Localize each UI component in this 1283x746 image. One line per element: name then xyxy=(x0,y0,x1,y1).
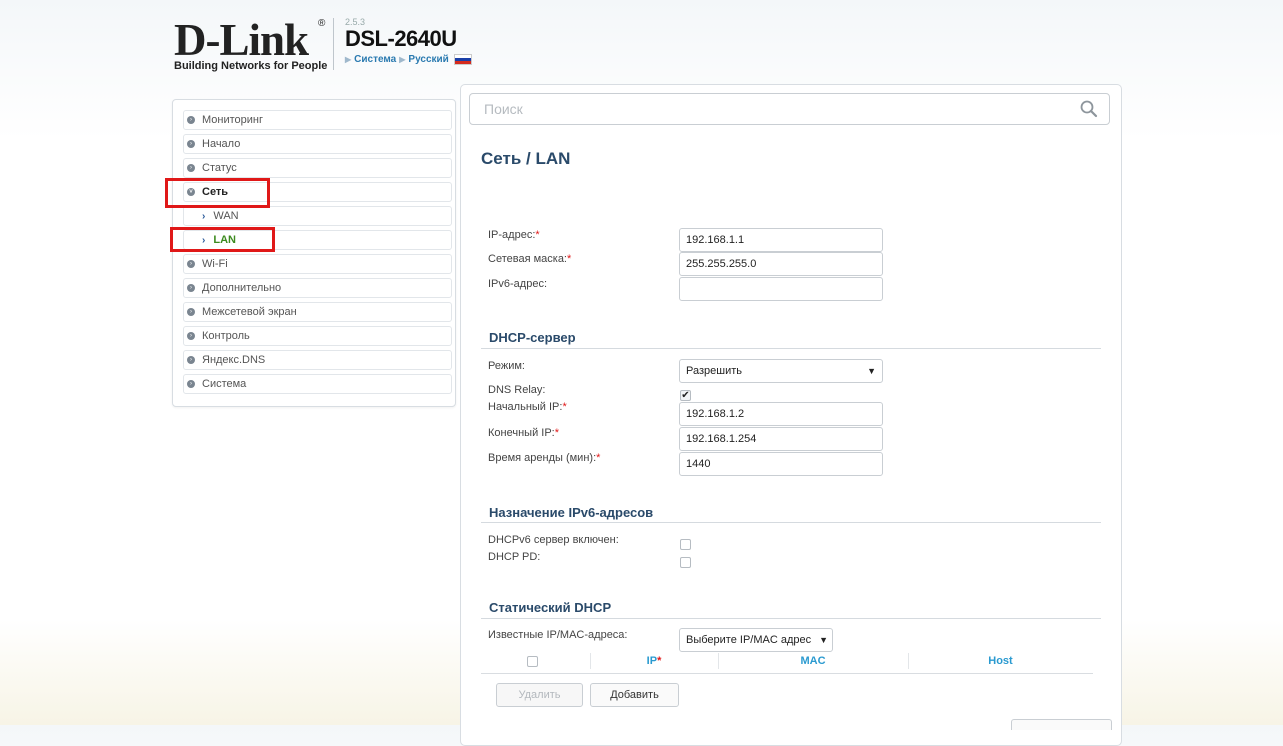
language-link[interactable]: Русский xyxy=(408,54,448,65)
ip-address-input[interactable] xyxy=(679,228,883,252)
sidebar-item-control[interactable]: › Контроль xyxy=(183,326,452,346)
sidebar-item-label: Статус xyxy=(202,162,237,174)
dhcpv6-server-label: DHCPv6 сервер включен: xyxy=(488,534,619,546)
ip-address-label: IP-адрес:* xyxy=(488,229,540,241)
sidebar-item-firewall[interactable]: › Межсетевой экран xyxy=(183,302,452,322)
dns-relay-checkbox[interactable]: ✔ xyxy=(680,390,691,401)
device-model: DSL-2640U xyxy=(345,26,457,51)
table-header-underline xyxy=(481,673,1093,674)
highlight-box-lan xyxy=(170,227,275,252)
label-text: Сетевая маска: xyxy=(488,253,567,265)
static-dhcp-heading: Статический DHCP xyxy=(489,600,612,615)
sidebar-subitem-wan[interactable]: › WAN xyxy=(183,206,452,226)
mode-select-value: Разрешить xyxy=(686,365,742,377)
sidebar-item-status[interactable]: › Статус xyxy=(183,158,452,178)
dns-relay-label: DNS Relay: xyxy=(488,384,546,396)
column-header-mac: MAC xyxy=(800,655,826,667)
expand-circle-icon: › xyxy=(187,140,195,148)
add-button[interactable]: Добавить xyxy=(590,683,679,707)
logo-tagline: Building Networks for People xyxy=(174,60,328,72)
lease-time-input[interactable] xyxy=(679,452,883,476)
search-input[interactable] xyxy=(482,94,1066,124)
page-title: Сеть / LAN xyxy=(481,149,571,168)
section-divider xyxy=(481,522,1101,523)
column-header-ip: IP* xyxy=(646,655,662,667)
delete-button[interactable]: Удалить xyxy=(496,683,583,707)
header-breadcrumb: ▶ Система ▶ Русский xyxy=(345,54,472,65)
expand-circle-icon: › xyxy=(187,116,195,124)
ipv6-address-label: IPv6-адрес: xyxy=(488,278,548,290)
label-text: Конечный IP: xyxy=(488,427,555,439)
sidebar-menu: › Мониторинг › Начало › Статус ˅ Сеть › WAN ›… xyxy=(172,99,456,407)
start-ip-input[interactable] xyxy=(679,402,883,426)
label-text: IP-адрес: xyxy=(488,229,536,241)
expand-circle-icon: › xyxy=(187,356,195,364)
dhcp-server-heading: DHCP-сервер xyxy=(489,330,576,345)
ipv6-address-input[interactable] xyxy=(679,277,883,301)
known-addresses-select[interactable]: Выберите IP/MAC адрес ▼ xyxy=(679,628,833,652)
sidebar-item-label: Контроль xyxy=(202,330,250,342)
dhcp-pd-checkbox[interactable] xyxy=(680,557,691,568)
sidebar-item-start[interactable]: › Начало xyxy=(183,134,452,154)
sidebar-item-label: WAN xyxy=(213,210,239,222)
mode-label: Режим: xyxy=(488,360,525,372)
dropdown-arrow-icon: ▼ xyxy=(819,635,828,645)
mode-select[interactable]: Разрешить ▼ xyxy=(679,359,883,383)
sidebar-item-label: Wi-Fi xyxy=(202,258,228,270)
expand-circle-icon: › xyxy=(187,164,195,172)
triangle-right-icon: ▶ xyxy=(399,55,406,64)
sidebar-item-label: Система xyxy=(202,378,247,390)
chevron-right-icon: › xyxy=(202,210,206,222)
header-divider xyxy=(333,18,334,70)
lease-time-label: Время аренды (мин):* xyxy=(488,452,601,464)
logo-wordmark: D-Link xyxy=(174,15,309,65)
column-header-text: IP xyxy=(646,655,658,667)
expand-circle-icon: › xyxy=(187,284,195,292)
search-icon[interactable] xyxy=(1079,99,1099,119)
expand-circle-icon: › xyxy=(187,380,195,388)
sidebar-item-label: Дополнительно xyxy=(202,282,282,294)
known-addresses-label: Известные IP/MAC-адреса: xyxy=(488,629,628,641)
sidebar-item-label: Межсетевой экран xyxy=(202,306,297,318)
subnet-mask-input[interactable] xyxy=(679,252,883,276)
dlink-logo: D-Link ® Building Networks for People xyxy=(174,15,328,73)
end-ip-label: Конечный IP:* xyxy=(488,427,559,439)
section-divider xyxy=(481,348,1101,349)
registered-mark: ® xyxy=(318,18,326,29)
dropdown-arrow-icon: ▼ xyxy=(867,366,876,376)
sidebar-item-advanced[interactable]: › Дополнительно xyxy=(183,278,452,298)
expand-circle-icon: › xyxy=(187,260,195,268)
sidebar-item-label: Яндекс.DNS xyxy=(202,354,266,366)
end-ip-input[interactable] xyxy=(679,427,883,451)
sidebar-item-label: Начало xyxy=(202,138,241,150)
section-divider xyxy=(481,618,1101,619)
sidebar-item-wifi[interactable]: › Wi-Fi xyxy=(183,254,452,274)
expand-circle-icon: › xyxy=(187,308,195,316)
dhcpv6-server-checkbox[interactable] xyxy=(680,539,691,550)
sidebar-item-system[interactable]: › Система xyxy=(183,374,452,394)
russian-flag-icon[interactable] xyxy=(453,54,472,65)
search-bar xyxy=(469,93,1110,125)
breadcrumb-system-link[interactable]: Система xyxy=(354,54,396,65)
known-addresses-select-value: Выберите IP/MAC адрес xyxy=(686,634,812,646)
expand-circle-icon: › xyxy=(187,332,195,340)
start-ip-label: Начальный IP:* xyxy=(488,401,567,413)
column-header-host: Host xyxy=(988,655,1013,667)
highlight-box-network xyxy=(165,178,270,208)
sidebar-item-monitoring[interactable]: › Мониторинг xyxy=(183,110,452,130)
sidebar-item-yandex-dns[interactable]: › Яндекс.DNS xyxy=(183,350,452,370)
subnet-mask-label: Сетевая маска:* xyxy=(488,253,572,265)
label-text: Начальный IP: xyxy=(488,401,563,413)
label-text: Время аренды (мин): xyxy=(488,452,597,464)
ipv6-assignment-heading: Назначение IPv6-адресов xyxy=(489,505,654,520)
triangle-right-icon: ▶ xyxy=(345,55,352,64)
dhcp-pd-label: DHCP PD: xyxy=(488,551,541,563)
sidebar-item-label: Мониторинг xyxy=(202,114,264,126)
select-all-checkbox[interactable] xyxy=(527,656,538,667)
